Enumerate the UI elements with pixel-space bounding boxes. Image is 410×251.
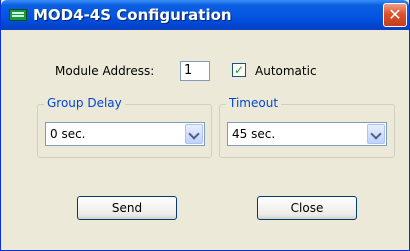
module-address-input[interactable]: 1 — [180, 61, 210, 81]
close-window-button[interactable]: ✕ — [383, 3, 407, 27]
group-delay-value: 0 sec. — [50, 127, 86, 141]
title-bar[interactable]: MOD4-4S Configuration ✕ — [1, 0, 409, 30]
window-title: MOD4-4S Configuration — [33, 6, 232, 24]
app-icon — [9, 9, 27, 21]
chevron-down-icon[interactable] — [367, 124, 385, 144]
timeout-value: 45 sec. — [232, 127, 276, 141]
group-delay-title: Group Delay — [44, 96, 125, 110]
chevron-down-icon[interactable] — [185, 124, 203, 144]
module-address-label: Module Address: — [55, 64, 155, 78]
group-delay-select[interactable]: 0 sec. — [45, 122, 205, 146]
send-button[interactable]: Send — [77, 196, 177, 220]
close-button[interactable]: Close — [257, 196, 357, 220]
automatic-label[interactable]: Automatic — [255, 64, 317, 78]
automatic-checkbox[interactable]: ✓ — [232, 63, 246, 77]
timeout-select[interactable]: 45 sec. — [227, 122, 387, 146]
dialog-window: MOD4-4S Configuration ✕ Module Address: … — [0, 0, 410, 251]
timeout-title: Timeout — [226, 96, 282, 110]
